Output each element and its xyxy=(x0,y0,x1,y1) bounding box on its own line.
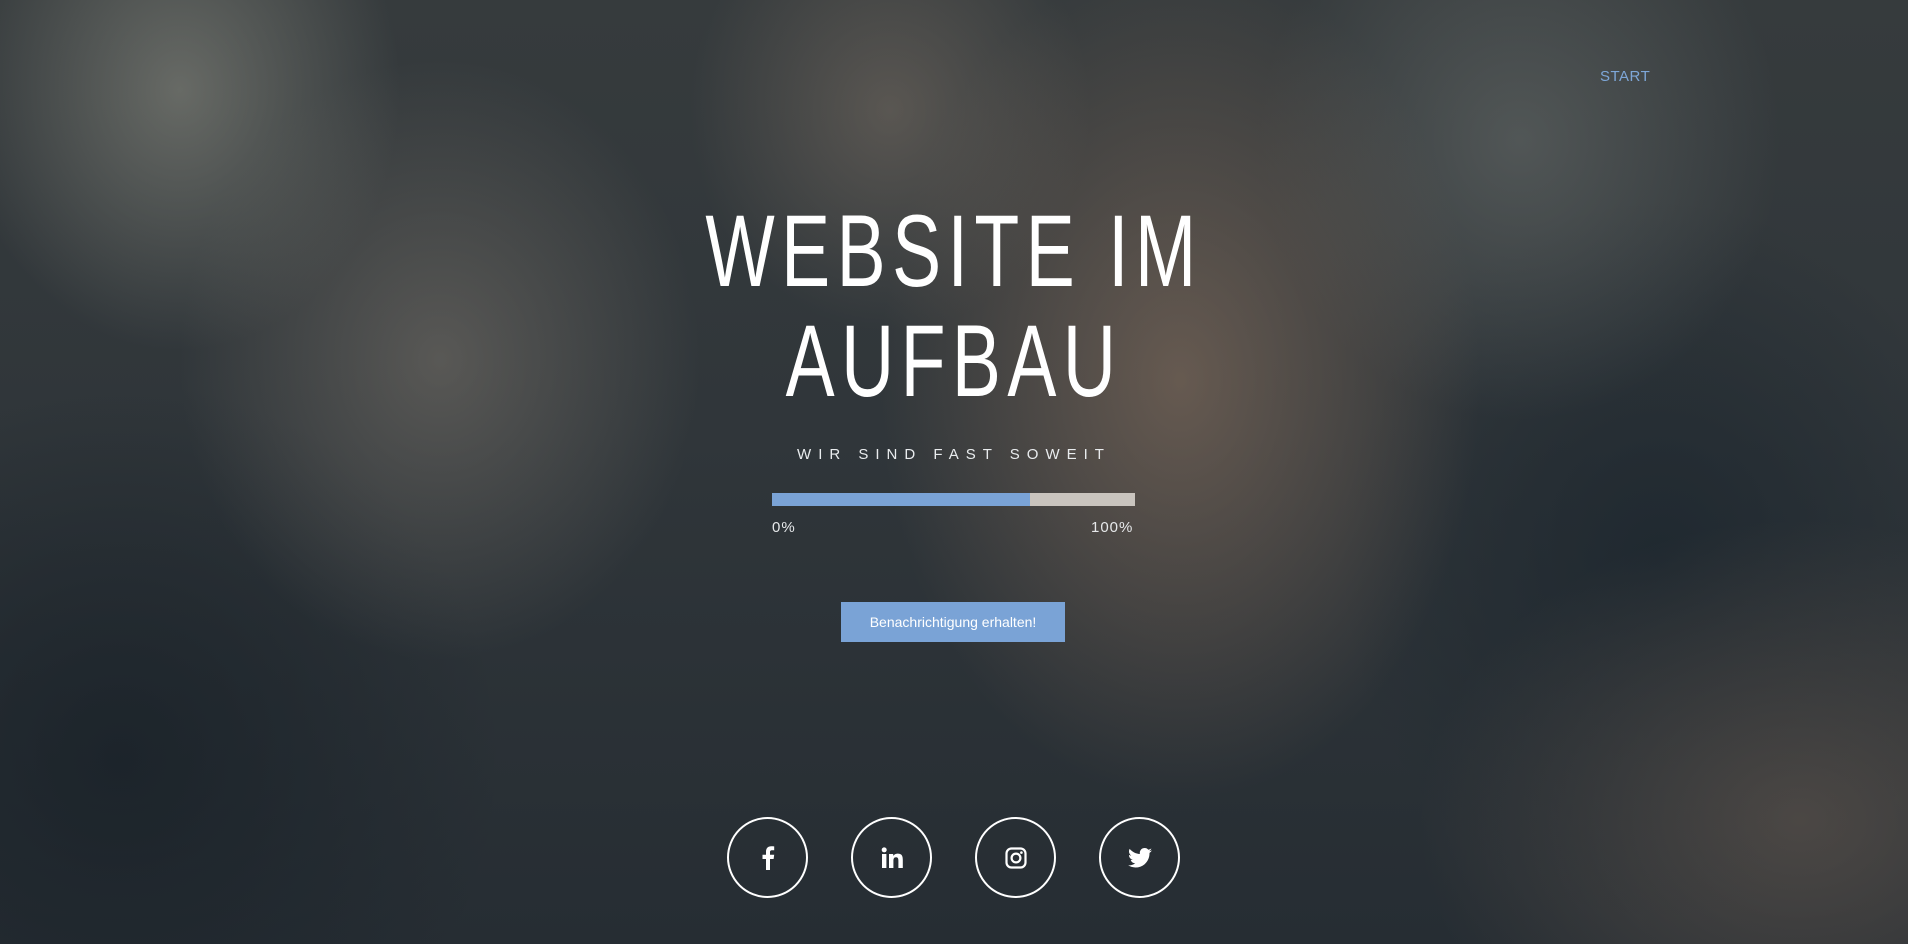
progress-min-label: 0% xyxy=(772,519,796,536)
progress-max-label: 100% xyxy=(1091,519,1134,536)
facebook-icon xyxy=(761,845,775,870)
notify-button[interactable]: Benachrichtigung erhalten! xyxy=(841,602,1065,642)
page-title-line-1: WEBSITE IM xyxy=(705,194,1203,308)
page-title-line-2: AUFBAU xyxy=(785,304,1123,418)
progress-bar-fill xyxy=(772,493,1030,506)
linkedin-icon xyxy=(881,846,903,869)
nav-start-link[interactable]: START xyxy=(1600,68,1650,85)
twitter-link[interactable] xyxy=(1099,817,1180,898)
facebook-link[interactable] xyxy=(727,817,808,898)
hero: WEBSITE IM AUFBAU xyxy=(0,196,1908,416)
twitter-icon xyxy=(1127,847,1152,868)
instagram-icon xyxy=(1004,846,1027,869)
social-links xyxy=(727,817,1180,898)
progress-bar xyxy=(772,493,1135,506)
linkedin-link[interactable] xyxy=(851,817,932,898)
subtitle: WIR SIND FAST SOWEIT xyxy=(797,446,1111,463)
background-image xyxy=(0,0,1908,944)
instagram-link[interactable] xyxy=(975,817,1056,898)
